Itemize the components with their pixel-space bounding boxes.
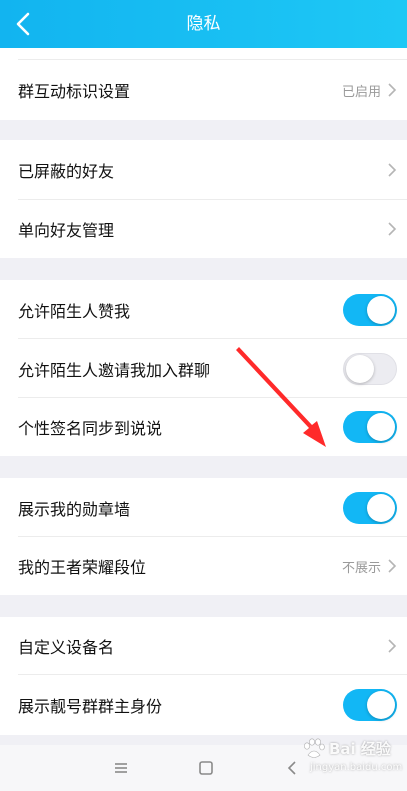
row-signature-sync: 个性签名同步到说说 <box>0 398 407 456</box>
row-label: 展示靓号群群主身份 <box>18 697 163 716</box>
toggle-knob <box>367 493 395 522</box>
watermark-logo: Bai 经验 jingyan.baidu.com <box>296 736 404 784</box>
chevron-right-icon <box>388 222 397 236</box>
chevron-right-icon <box>388 559 397 573</box>
row-allow-stranger-likes: 允许陌生人赞我 <box>0 280 407 339</box>
toggle-switch[interactable] <box>343 352 397 385</box>
section-gap <box>0 258 407 280</box>
toggle-switch[interactable] <box>343 491 397 524</box>
row-label: 单向好友管理 <box>18 221 115 240</box>
row-group-interaction-mark[interactable]: 群互动标识设置 已启用 <box>0 60 407 120</box>
row-label: 允许陌生人邀请我加入群聊 <box>18 360 211 380</box>
watermark-subtext: jingyan.baidu.com <box>310 762 403 773</box>
row-show-vip-group-owner: 展示靓号群群主身份 <box>0 675 407 735</box>
section-gap <box>0 595 407 617</box>
section-gap <box>0 456 407 478</box>
row-label: 展示我的勋章墙 <box>18 499 131 519</box>
home-square-icon[interactable] <box>196 758 216 778</box>
row-label: 我的王者荣耀段位 <box>18 558 147 577</box>
row-value: 已启用 <box>341 84 381 100</box>
toggle-switch[interactable] <box>343 411 397 443</box>
chevron-right-icon <box>388 163 397 177</box>
row-one-way-friends[interactable]: 单向好友管理 <box>0 200 407 258</box>
menu-icon[interactable] <box>111 758 131 778</box>
row-value: 不展示 <box>341 560 381 576</box>
toggle-knob <box>346 354 374 383</box>
row-show-medal-wall: 展示我的勋章墙 <box>0 478 407 537</box>
row-custom-device-name[interactable]: 自定义设备名 <box>0 617 407 675</box>
row-honor-of-kings-rank[interactable]: 我的王者荣耀段位 不展示 <box>0 537 407 595</box>
page-title: 隐私 <box>186 14 221 34</box>
row-allow-stranger-group-invite: 允许陌生人邀请我加入群聊 <box>0 339 407 398</box>
toggle-switch[interactable] <box>343 293 397 326</box>
paw-icon <box>304 738 325 758</box>
row-label: 已屏蔽的好友 <box>18 162 115 181</box>
section-gap <box>0 120 407 140</box>
chevron-right-icon <box>388 639 397 653</box>
row-label: 个性签名同步到说说 <box>18 419 163 438</box>
toggle-knob <box>367 413 395 441</box>
toggle-knob <box>367 295 395 324</box>
watermark-text: Bai 经验 <box>329 740 391 758</box>
row-blocked-friends[interactable]: 已屏蔽的好友 <box>0 140 407 200</box>
row-label: 群互动标识设置 <box>18 82 131 101</box>
row-label: 允许陌生人赞我 <box>18 301 131 321</box>
list-item-partial <box>0 48 407 60</box>
title-bar: 隐私 <box>0 0 407 48</box>
row-label: 自定义设备名 <box>18 638 115 657</box>
toggle-knob <box>367 691 395 719</box>
toggle-switch[interactable] <box>343 689 397 721</box>
chevron-right-icon <box>388 83 397 97</box>
